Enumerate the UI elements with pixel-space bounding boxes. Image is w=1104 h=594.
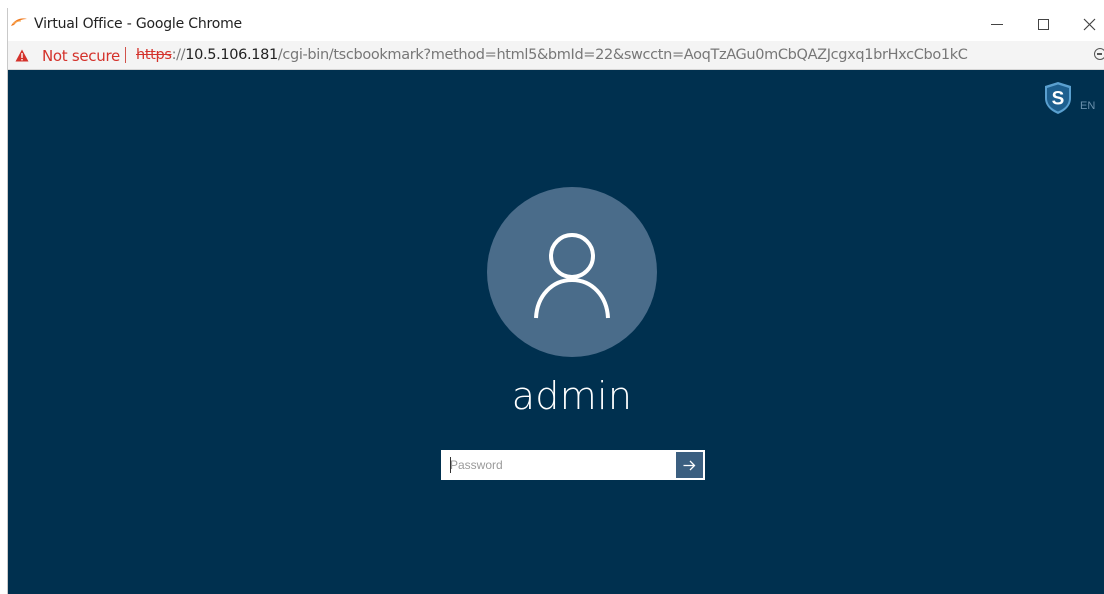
shield-badge-icon[interactable]: S	[1043, 81, 1073, 115]
url-host: 10.5.106.181	[185, 47, 278, 63]
avatar	[487, 187, 657, 357]
zoom-out-icon[interactable]	[1094, 48, 1104, 60]
warning-triangle-icon	[15, 49, 29, 62]
text-caret	[450, 457, 451, 473]
browser-window: Virtual Office - Google Chrome Not secur…	[7, 8, 1104, 594]
badge-letter: S	[1052, 89, 1065, 110]
arrow-right-icon	[683, 460, 696, 470]
url-scheme: https	[136, 47, 172, 63]
minimize-button[interactable]	[974, 8, 1020, 41]
title-bar: Virtual Office - Google Chrome	[8, 8, 1104, 41]
username-label: admin	[511, 374, 633, 418]
close-icon	[1083, 18, 1095, 31]
minimize-icon	[991, 24, 1003, 25]
password-input[interactable]	[443, 452, 676, 478]
password-field-group	[441, 450, 705, 480]
divider	[125, 47, 126, 63]
security-status[interactable]: Not secure	[42, 47, 120, 65]
maximize-icon	[1037, 19, 1049, 30]
address-bar[interactable]: Not secure https://10.5.106.181/cgi-bin/…	[8, 41, 1104, 70]
submit-button[interactable]	[676, 452, 703, 478]
maximize-button[interactable]	[1020, 8, 1066, 41]
chrome-app-icon	[11, 18, 27, 26]
window-title: Virtual Office - Google Chrome	[34, 16, 242, 32]
url-path: /cgi-bin/tscbookmark?method=html5&bmId=2…	[277, 47, 968, 63]
close-button[interactable]	[1066, 8, 1104, 41]
user-avatar-icon	[534, 233, 610, 319]
url-scheme-separator: ://	[171, 47, 186, 63]
login-screen: S EN admin	[8, 70, 1104, 594]
url-text[interactable]: https://10.5.106.181/cgi-bin/tscbookmark…	[136, 47, 968, 63]
language-selector[interactable]: EN	[1080, 100, 1095, 112]
